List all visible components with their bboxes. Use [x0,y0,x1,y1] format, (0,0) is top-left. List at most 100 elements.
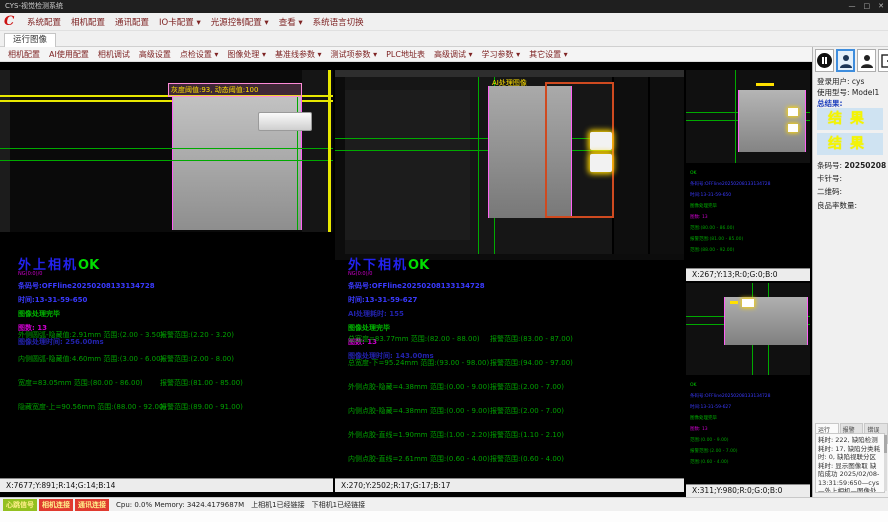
mid-done: 图像处理完毕 [348,323,648,333]
mid-ai-time: AI处理耗时: 155 [348,309,648,319]
toolbar-item[interactable]: 学习参数 ▾ [482,49,521,60]
login-user-label: 登录用户: [817,77,850,86]
control-panel: 登录用户: cys 使用型号: Model1 总结果: 结果 结果 条码号: 2… [812,47,888,497]
thumb-bottom-image[interactable] [686,283,810,375]
mid-measurement-row: 内侧点胶-隐藏=4.38mm 范围:(0.00 - 9.00)报警范围:(2.0… [348,406,678,416]
measurement-alarm-range: 报警范围:(89.00 - 91.00) [160,402,243,412]
window-bottom-edge [0,511,888,522]
menu-item[interactable]: IO卡配置 ▾ [159,16,201,28]
qr-label: 二维码: [817,186,842,197]
tab-strip: 运行图像 [0,31,888,47]
connector-part [258,112,312,131]
measure-line-green1 [0,148,333,149]
window-title: CYS-视觉检测系统 [5,2,63,10]
thumb-result-line: 范围:(0.60 - 4.00) [690,457,808,468]
cpu-memory-text: Cpu: 0.0% Memory: 3424.4179687M [116,501,244,509]
measure-line-green-v [735,70,736,163]
measure-line-green2 [0,160,333,161]
menu-item[interactable]: 查看 ▾ [279,16,303,28]
left-camera-image[interactable]: 灰度阈值:93, 动态阈值:100 [0,70,333,232]
barcode-row: 条码号: 20250208 [817,160,886,171]
status-badge: 相机连接 [39,499,73,511]
thumb-result-line: 报警范围:(81.00 - 85.00) [690,234,808,245]
mid-measurement-row: 总宽度-下=95.24mm 范围:(93.00 - 98.00)报警范围:(94… [348,358,678,368]
maximize-button[interactable]: □ [864,0,871,13]
thumb-result-line: 时间:13-31-59-627 [690,402,808,413]
panel-buttons [815,49,888,72]
status-badge: 心跳信号 [3,499,37,511]
toolbar-item[interactable]: 点检设置 ▾ [180,49,219,60]
toolbar-item[interactable]: AI使用配置 [49,49,89,60]
thumb-result-line: 范围:(80.00 - 86.00) [690,223,808,234]
thumb-result-line: 范围:(0.00 - 9.00) [690,435,808,446]
close-button[interactable]: ✕ [878,0,884,13]
left-time: 时间:13-31-59-650 [18,295,318,305]
left-barcode: 条码号:OFFline20250208133134728 [18,281,318,291]
log-scrollbar-thumb[interactable] [884,435,887,453]
toolbar-item[interactable]: 图像处理 ▾ [227,49,266,60]
machine-seam [648,77,650,254]
log-scrollbar[interactable] [884,435,887,491]
thumb-result-line: 图像处理完毕 [690,201,808,212]
toolbar-item[interactable]: PLC地址表 [386,49,425,60]
model-row: 使用型号: Model1 [817,87,879,98]
mid-measurement-row: 外侧点胶-直线=1.90mm 范围:(1.00 - 2.20)报警范围:(1.1… [348,430,678,440]
menu-item[interactable]: 通讯配置 [115,16,149,28]
thumb-result-line: 图数: 13 [690,212,808,223]
menu-item[interactable]: 光源控制配置 ▾ [211,16,269,28]
thumb-result-line: OK [690,380,808,391]
measurement-alarm-range: 报警范围:(2.00 - 7.00) [490,406,564,416]
left-done: 图像处理完毕 [18,309,318,319]
measurement-alarm-range: 报警范围:(2.20 - 3.20) [160,330,234,340]
result-banner-1: 结果 [817,108,883,130]
machine-panel [345,90,470,240]
model-label: 使用型号: [817,88,850,97]
menu-item[interactable]: 相机配置 [71,16,105,28]
ai-detect-rect [545,82,614,218]
app-logo-icon: C [4,15,17,28]
measurement-alarm-range: 报警范围:(1.10 - 2.10) [490,430,564,440]
machine-top-band [335,70,684,77]
mid-camera-image[interactable]: AI处理图像 [335,70,684,260]
thumb-result-line: 图数: 13 [690,424,808,435]
toolbar-item[interactable]: 高级调试 ▾ [434,49,473,60]
measurement-value: 外侧点胶-隐藏=4.38mm 范围:(0.00 - 9.00) [348,382,490,392]
model-value[interactable]: Model1 [852,88,879,97]
user-icon [840,54,852,68]
measurement-alarm-range: 报警范围:(2.00 - 7.00) [490,382,564,392]
toolbar-item[interactable]: 基准线参数 ▾ [275,49,322,60]
admin-login-button[interactable] [857,49,876,72]
toolbar-item[interactable]: 测试项参数 ▾ [331,49,378,60]
mid-measurement-row: 内侧点胶-直线=2.61mm 范围:(0.60 - 4.00)报警范围:(0.6… [348,454,678,464]
mid-measurement-row: 总宽度=83.77mm 范围:(82.00 - 88.00)报警范围:(83.0… [348,334,678,344]
exit-button[interactable] [878,49,888,72]
thumb-bottom-result-lines: OK条码号:OFFline20250208133134728时间:13-31-5… [690,380,808,468]
connector-glow-1 [590,132,612,150]
measurement-value: 总宽度-下=95.24mm 范围:(93.00 - 98.00) [348,358,490,368]
top-camera-link-status: 上相机1已经链接 [251,500,304,510]
thumb-result-line: 范围:(88.00 - 92.00) [690,245,808,256]
menu-item[interactable]: 系统语言切换 [313,16,364,28]
thumb-result-line: OK [690,168,808,179]
left-measurement-row: 内侧圆弧-隐藏值:4.60mm 范围:(3.00 - 6.00)报警范围:(2.… [18,354,328,364]
thumb-result-line: 条码号:OFFline20250208133134728 [690,391,808,402]
thumb-result-line: 报警范围:(2.00 - 7.00) [690,446,808,457]
thumb-bottom-coords-bar: X:311;Y:980;R:0;G:0;B:0 [686,484,810,497]
toolbar-item[interactable]: 相机配置 [8,49,40,60]
mid-time: 时间:13-31-59-627 [348,295,648,305]
log-area[interactable]: 耗时: 222, 缺陷检测耗时: 17, 缺陷分类耗时: 0, 缺陷视联分区耗时… [815,433,885,493]
thumb-top-image[interactable] [686,70,810,163]
minimize-button[interactable]: — [849,0,856,13]
measurement-value: 外侧点胶-直线=1.90mm 范围:(1.00 - 2.20) [348,430,490,440]
mid-barcode: 条码号:OFFline20250208133134728 [348,281,648,291]
menu-item[interactable]: 系统配置 [27,16,61,28]
mid-camera-status: OK [408,258,429,273]
tab-run-image[interactable]: 运行图像 [4,33,56,47]
toolbar-item[interactable]: 高级设置 [139,49,171,60]
pause-button[interactable] [815,49,834,72]
toolbar-item[interactable]: 其它设置 ▾ [529,49,568,60]
operator-login-button[interactable] [836,49,855,72]
toolbar-item[interactable]: 相机调试 [98,49,130,60]
left-measurement-row: 隐藏宽度-上=90.56mm 范围:(88.00 - 92.00)报警范围:(8… [18,402,328,412]
config-toolbar: 相机配置 AI使用配置相机调试高级设置点检设置 ▾ 图像处理 ▾ 基准线参数 ▾ 测试项… [0,47,812,62]
